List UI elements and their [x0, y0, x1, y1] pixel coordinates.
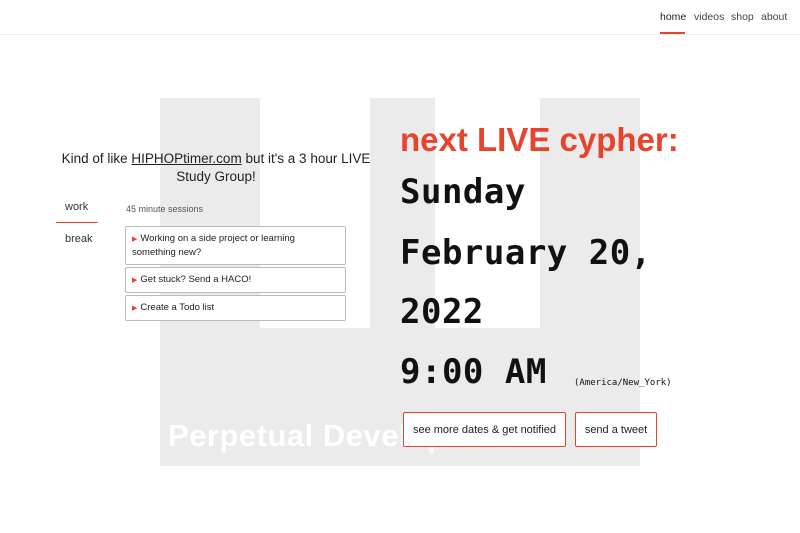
list-item-text: Get stuck? Send a HACO!: [140, 274, 252, 285]
todo-list: ▶ Working on a side project or learning s…: [125, 226, 346, 323]
sessions-label: 45 minute sessions: [126, 204, 204, 214]
tab-break[interactable]: break: [56, 233, 98, 245]
list-item-text: Create a Todo list: [140, 302, 215, 313]
list-item-text: Working on a side project or learning so…: [132, 233, 295, 258]
see-more-dates-button[interactable]: see more dates & get notified: [403, 412, 566, 447]
tab-work[interactable]: work: [56, 201, 98, 223]
play-arrow-icon: ▶: [132, 305, 138, 312]
tagline-prefix: Kind of like: [61, 151, 132, 166]
cypher-time: 9:00 AM: [400, 352, 547, 392]
play-arrow-icon: ▶: [132, 236, 138, 243]
top-navigation: home videos shop about: [0, 0, 800, 35]
active-nav-underline: [660, 32, 685, 34]
list-item[interactable]: ▶ Working on a side project or learning s…: [125, 226, 346, 265]
cypher-day: Sunday: [400, 172, 526, 212]
cypher-date: February 20,: [400, 233, 652, 273]
nav-videos-link[interactable]: videos: [694, 11, 724, 23]
cypher-timezone: (America/New_York): [574, 378, 672, 388]
hiphoptimer-link[interactable]: HIPHOPtimer.com: [131, 151, 241, 166]
tagline: Kind of like HIPHOPtimer.com but it's a …: [56, 150, 376, 186]
send-tweet-button[interactable]: send a tweet: [575, 412, 657, 447]
next-live-heading: next LIVE cypher:: [400, 121, 679, 158]
nav-shop-link[interactable]: shop: [731, 11, 754, 23]
list-item[interactable]: ▶ Get stuck? Send a HACO!: [125, 267, 346, 293]
play-arrow-icon: ▶: [132, 277, 138, 284]
nav-about-link[interactable]: about: [761, 11, 787, 23]
list-item[interactable]: ▶ Create a Todo list: [125, 295, 346, 321]
cypher-year: 2022: [400, 292, 484, 332]
nav-home-link[interactable]: home: [660, 11, 686, 23]
